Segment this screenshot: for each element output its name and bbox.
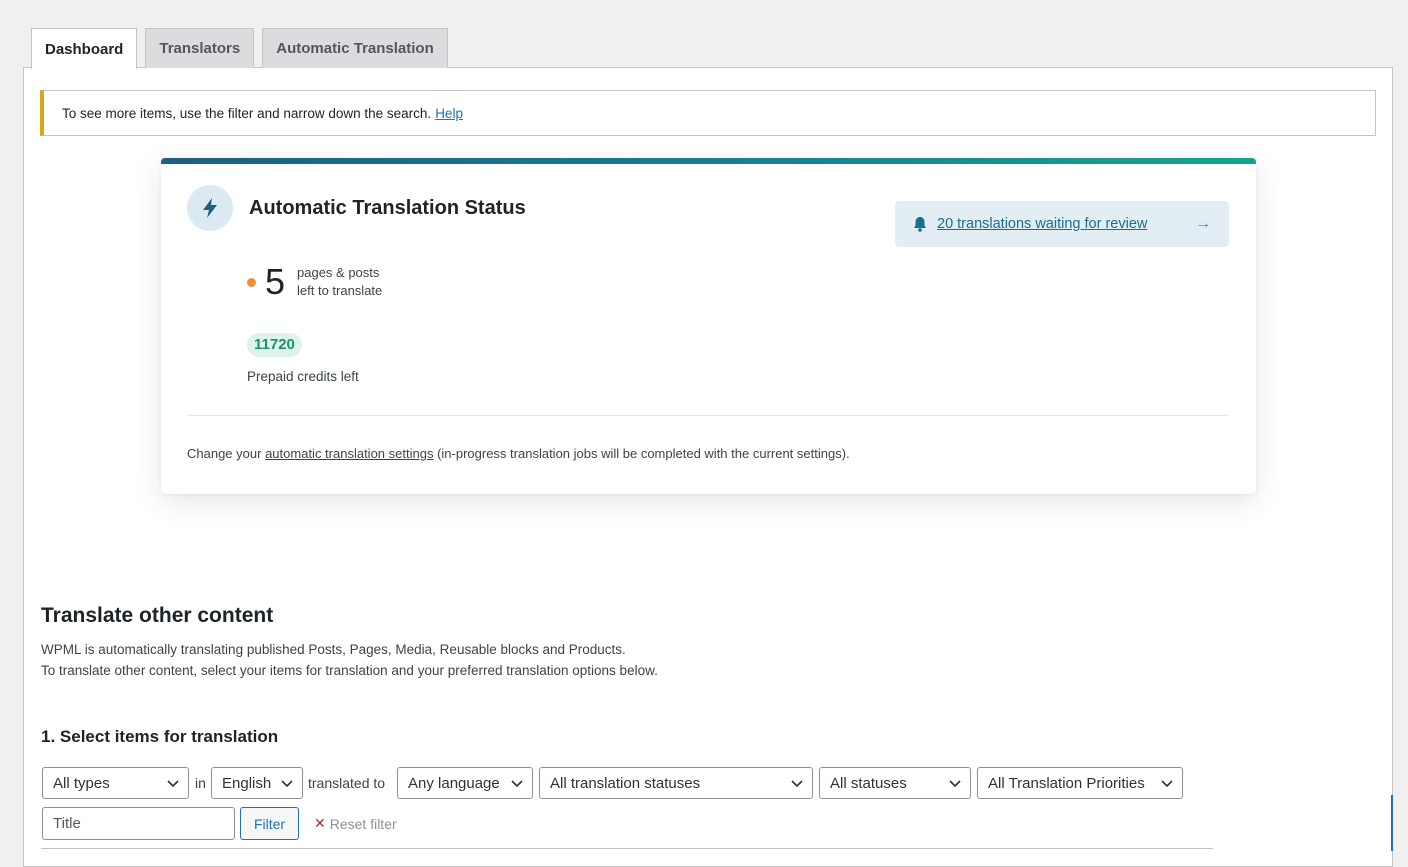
chevron-down-icon [791, 780, 803, 788]
language-select[interactable]: English [211, 767, 303, 799]
automatic-translation-settings-link[interactable]: automatic translation settings [265, 446, 433, 461]
reset-filter-label: Reset filter [329, 815, 397, 832]
credits-label: Prepaid credits left [247, 369, 359, 384]
arrow-right-icon: → [1195, 215, 1211, 232]
filter-notice: To see more items, use the filter and na… [40, 90, 1376, 136]
help-link[interactable]: Help [435, 106, 463, 121]
filter-button[interactable]: Filter [240, 807, 299, 840]
tab-bar: Dashboard Translators Automatic Translat… [31, 28, 448, 69]
translation-status-select-value: All translation statuses [550, 774, 701, 792]
chevron-down-icon [167, 780, 179, 788]
other-content-description-1: WPML is automatically translating publis… [41, 642, 626, 657]
chevron-down-icon [949, 780, 961, 788]
card-title: Automatic Translation Status [249, 197, 526, 219]
type-select-value: All types [53, 774, 110, 792]
tab-automatic-translation[interactable]: Automatic Translation [262, 28, 448, 68]
notice-text: To see more items, use the filter and na… [62, 105, 432, 121]
translated-to-label: translated to [308, 775, 386, 791]
table-top-border [41, 848, 1213, 849]
pages-left-count: 5 [265, 261, 286, 302]
credits-badge: 11720 [247, 333, 302, 357]
review-link[interactable]: 20 translations waiting for review [937, 216, 1195, 232]
card-footer: Change your automatic translation settin… [187, 446, 850, 461]
card-divider [187, 415, 1229, 416]
translation-status-select[interactable]: All translation statuses [539, 767, 813, 799]
status-dot [247, 278, 256, 287]
bell-icon [914, 217, 926, 232]
scroll-indicator [1391, 795, 1393, 851]
language-select-value: English [222, 774, 272, 792]
tab-translators[interactable]: Translators [145, 28, 255, 68]
card-accent-bar [161, 158, 1256, 164]
pages-left-label-2: left to translate [297, 283, 383, 298]
target-language-select-value: Any language [408, 774, 500, 792]
tab-dashboard[interactable]: Dashboard [31, 28, 138, 69]
automatic-translation-status-card: Automatic Translation Status 20 translat… [161, 158, 1256, 494]
priority-select[interactable]: All Translation Priorities [977, 767, 1183, 799]
title-placeholder: Title [53, 815, 81, 832]
other-content-description-2: To translate other content, select your … [41, 663, 658, 678]
chevron-down-icon [511, 780, 523, 788]
type-select[interactable]: All types [42, 767, 189, 799]
target-language-select[interactable]: Any language [397, 767, 533, 799]
pages-left-label-1: pages & posts [297, 265, 380, 280]
review-notification[interactable]: 20 translations waiting for review → [895, 201, 1229, 247]
lightning-bolt-icon [187, 185, 233, 231]
close-icon: ✕ [314, 815, 326, 831]
chevron-down-icon [1161, 780, 1173, 788]
chevron-down-icon [281, 780, 293, 788]
translate-other-content-title: Translate other content [41, 604, 274, 627]
reset-filter-link[interactable]: ✕ Reset filter [314, 815, 397, 832]
in-label: in [195, 775, 206, 791]
priority-select-value: All Translation Priorities [988, 774, 1145, 792]
post-status-select-value: All statuses [830, 774, 907, 792]
select-items-title: 1. Select items for translation [41, 727, 279, 746]
title-search-input[interactable]: Title [42, 807, 235, 840]
footer-suffix: (in-progress translation jobs will be co… [437, 446, 850, 461]
footer-prefix: Change your [187, 446, 262, 461]
post-status-select[interactable]: All statuses [819, 767, 971, 799]
